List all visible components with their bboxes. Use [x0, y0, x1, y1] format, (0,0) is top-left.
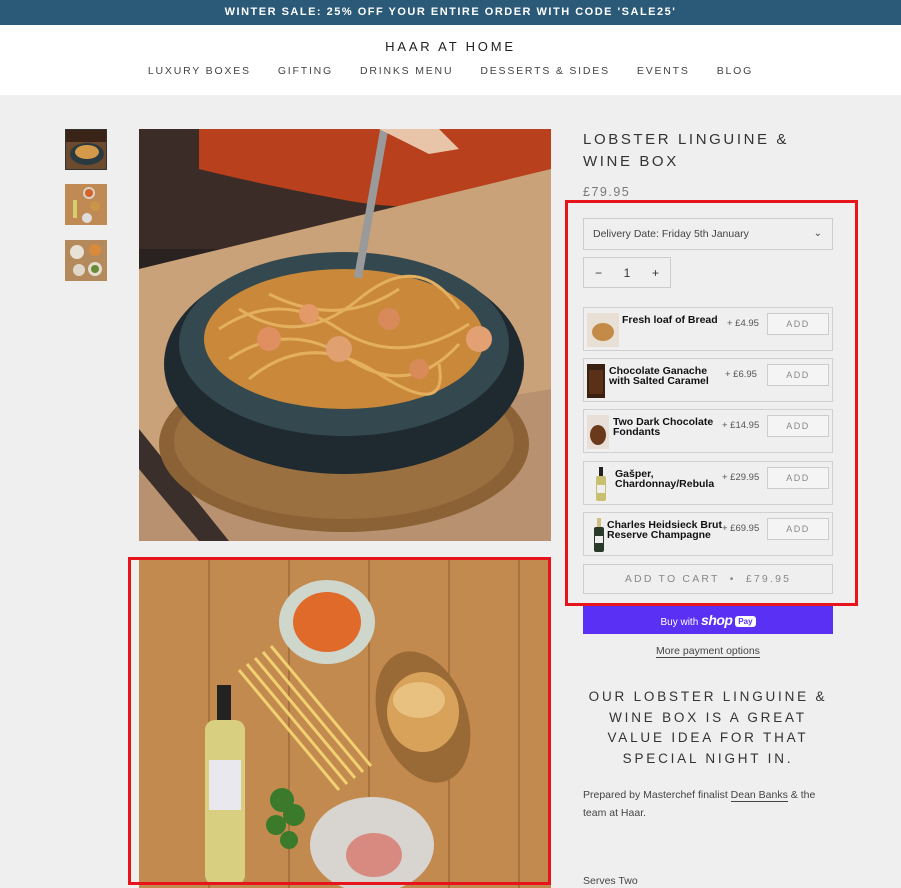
- delivery-date-value: Delivery Date: Friday 5th January: [593, 228, 749, 240]
- addon-item: Fresh loaf of Bread + £4.95 ADD: [583, 307, 833, 351]
- shoppay-prefix: Buy with: [660, 617, 699, 628]
- addon-name: Charles Heidsieck Brut Reserve Champagne: [607, 519, 722, 541]
- nav-gifting[interactable]: GIFTING: [278, 65, 333, 77]
- product-description: Prepared by Masterchef finalist Dean Ban…: [583, 787, 833, 822]
- add-ganache-button[interactable]: ADD: [767, 364, 829, 386]
- addon-name: Gašper, Chardonnay/Rebula: [615, 468, 715, 490]
- addon-price: + £4.95: [727, 318, 759, 329]
- add-to-cart-button[interactable]: ADD TO CART • £79.95: [583, 564, 833, 594]
- nav-events[interactable]: EVENTS: [637, 65, 690, 77]
- shoppay-pay-badge: Pay: [735, 616, 756, 627]
- thumbnail-table[interactable]: [65, 240, 107, 281]
- addon-price: + £29.95: [722, 472, 760, 483]
- cart-separator: •: [729, 573, 736, 585]
- quantity-value[interactable]: 1: [624, 266, 631, 280]
- add-fondants-button[interactable]: ADD: [767, 415, 829, 437]
- promo-heading: OUR LOBSTER LINGUINE & WINE BOX IS A GRE…: [588, 689, 828, 766]
- brand-logo[interactable]: HAAR AT HOME: [0, 25, 901, 65]
- addon-price: + £6.95: [725, 369, 757, 380]
- quantity-decrease-button[interactable]: −: [595, 266, 602, 280]
- addon-name: Two Dark Chocolate Fondants: [613, 416, 714, 438]
- addon-item: Charles Heidsieck Brut Reserve Champagne…: [583, 512, 833, 556]
- add-chardonnay-button[interactable]: ADD: [767, 467, 829, 489]
- nav-luxury-boxes[interactable]: LUXURY BOXES: [148, 65, 251, 77]
- nav-blog[interactable]: BLOG: [717, 65, 753, 77]
- cart-price: £79.95: [745, 573, 792, 585]
- site-header: HAAR AT HOME LUXURY BOXES GIFTING DRINKS…: [0, 25, 901, 95]
- nav-drinks-menu[interactable]: DRINKS MENU: [360, 65, 453, 77]
- product-page: LOBSTER LINGUINE & WINE BOX £79.95 Deliv…: [0, 95, 901, 888]
- product-info: LOBSTER LINGUINE & WINE BOX £79.95: [583, 129, 833, 199]
- main-nav: LUXURY BOXES GIFTING DRINKS MENU DESSERT…: [0, 65, 901, 77]
- shoppay-brand: shop: [701, 612, 733, 628]
- more-payment-link[interactable]: More payment options: [656, 645, 760, 658]
- dean-banks-link[interactable]: Dean Banks: [730, 789, 788, 802]
- quantity-increase-button[interactable]: +: [652, 266, 659, 280]
- addon-image-champagne: [592, 518, 606, 552]
- product-photo-linguine: [139, 129, 551, 541]
- addon-name: Fresh loaf of Bread: [622, 314, 718, 326]
- announcement-bar: WINTER SALE: 25% OFF YOUR ENTIRE ORDER W…: [0, 0, 901, 25]
- quantity-stepper: − 1 +: [583, 257, 671, 288]
- thumbnail-ingredients[interactable]: [65, 184, 107, 225]
- add-to-cart-label: ADD TO CART: [624, 573, 720, 585]
- chevron-down-icon: ⌄: [813, 228, 822, 239]
- thumbnail-pasta[interactable]: [65, 129, 107, 170]
- delivery-date-select[interactable]: Delivery Date: Friday 5th January ⌄: [583, 218, 833, 250]
- product-photo-ingredients: [139, 560, 551, 888]
- addon-image-chardonnay: [594, 467, 608, 501]
- more-payment-options: More payment options: [583, 645, 833, 658]
- addon-item: Chocolate Ganache with Salted Caramel + …: [583, 358, 833, 402]
- nav-desserts-sides[interactable]: DESSERTS & SIDES: [480, 65, 610, 77]
- desc-text: Prepared by Masterchef finalist: [583, 789, 731, 801]
- addon-price: + £69.95: [722, 523, 760, 534]
- add-bread-button[interactable]: ADD: [767, 313, 829, 335]
- add-champagne-button[interactable]: ADD: [767, 518, 829, 540]
- addon-image-ganache: [587, 364, 605, 398]
- addon-name: Chocolate Ganache with Salted Caramel: [609, 365, 709, 387]
- addon-item: Gašper, Chardonnay/Rebula + £29.95 ADD: [583, 461, 833, 505]
- product-title: LOBSTER LINGUINE & WINE BOX: [583, 131, 790, 170]
- serves-text: Serves Two: [583, 875, 638, 887]
- addon-image-bread: [587, 313, 619, 347]
- addon-item: Two Dark Chocolate Fondants + £14.95 ADD: [583, 409, 833, 453]
- addon-price: + £14.95: [722, 420, 760, 431]
- product-price: £79.95: [583, 185, 631, 199]
- addon-image-fondants: [587, 415, 609, 449]
- shop-pay-button[interactable]: Buy with shop Pay: [583, 606, 833, 634]
